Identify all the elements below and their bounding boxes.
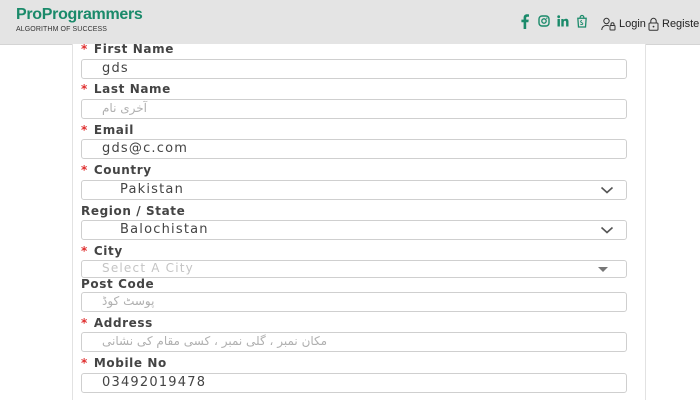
mobile-value: 03492019478 <box>102 375 207 390</box>
region-value: Balochistan <box>120 222 209 237</box>
required-asterisk: * <box>81 356 88 370</box>
country-select[interactable]: Pakistan <box>81 180 627 200</box>
first-name-value: gds <box>102 61 129 76</box>
chevron-down-icon <box>600 186 614 194</box>
login-label: Login <box>619 18 646 30</box>
region-label: Region / State <box>81 204 186 218</box>
user-lock-icon <box>601 17 616 31</box>
register-link[interactable]: Register <box>648 17 700 31</box>
city-placeholder: Select A City <box>102 261 194 275</box>
linkedin-icon[interactable] <box>557 13 569 29</box>
country-value: Pakistan <box>120 182 185 197</box>
social-links <box>519 13 588 29</box>
caret-down-icon <box>598 267 608 272</box>
country-label: * Country <box>81 163 152 177</box>
first-name-input[interactable]: gds <box>81 59 627 79</box>
instagram-icon[interactable] <box>538 13 550 29</box>
address-input[interactable]: مکان نمبر ، گلی نمبر ، کسی مقام کی نشانی <box>81 332 627 352</box>
city-label: * City <box>81 244 123 258</box>
post-code-label: Post Code <box>81 277 155 291</box>
post-code-placeholder: پوسٹ کوڈ <box>102 294 155 308</box>
email-label: * Email <box>81 123 134 137</box>
required-asterisk: * <box>81 123 88 137</box>
address-label: * Address <box>81 316 153 330</box>
last-name-label: * Last Name <box>81 82 171 96</box>
brand-tagline: ALGORITHM OF SUCCESS <box>16 26 108 33</box>
required-asterisk: * <box>81 42 88 56</box>
top-header: ProProgrammers ALGORITHM OF SUCCESS Logi… <box>0 0 700 45</box>
email-field[interactable]: gds@c.com <box>81 139 627 159</box>
brand-name: ProProgrammers <box>16 6 143 23</box>
brand-logo[interactable]: ProProgrammers ALGORITHM OF SUCCESS <box>16 6 143 34</box>
shopify-icon[interactable] <box>576 13 588 29</box>
required-asterisk: * <box>81 244 88 258</box>
required-asterisk: * <box>81 316 88 330</box>
last-name-placeholder: آخری نام <box>102 101 148 115</box>
required-asterisk: * <box>81 82 88 96</box>
register-label: Register <box>662 18 700 30</box>
required-asterisk: * <box>81 163 88 177</box>
last-name-input[interactable]: آخری نام <box>81 99 627 119</box>
city-select[interactable]: Select A City <box>81 260 627 278</box>
first-name-label: * First Name <box>81 42 174 56</box>
region-select[interactable]: Balochistan <box>81 220 627 240</box>
post-code-input[interactable]: پوسٹ کوڈ <box>81 292 627 312</box>
email-value: gds@c.com <box>102 141 189 156</box>
mobile-input[interactable]: 03492019478 <box>81 373 627 393</box>
login-link[interactable]: Login <box>601 17 646 31</box>
mobile-label: * Mobile No <box>81 356 167 370</box>
lock-icon <box>648 17 659 31</box>
address-placeholder: مکان نمبر ، گلی نمبر ، کسی مقام کی نشانی <box>102 334 328 348</box>
chevron-down-icon <box>600 226 614 234</box>
facebook-icon[interactable] <box>519 13 531 29</box>
